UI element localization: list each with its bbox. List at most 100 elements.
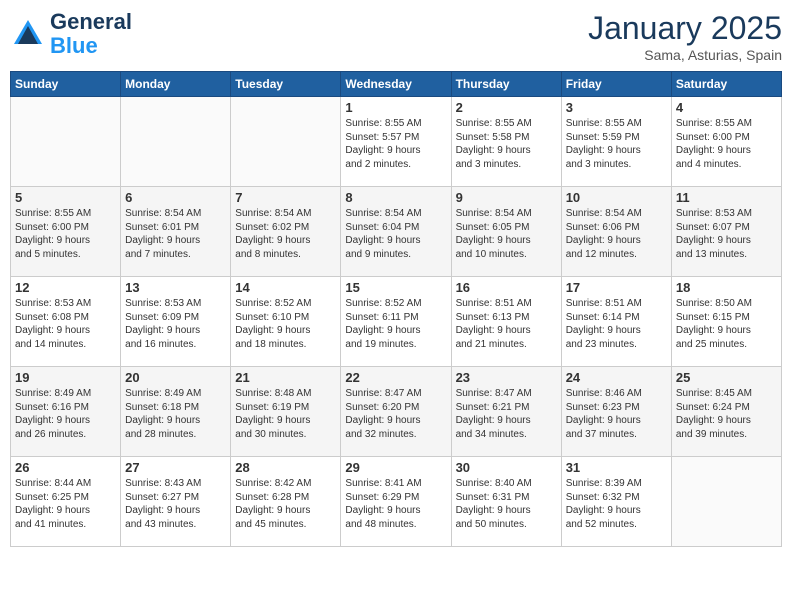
day-number: 11 [676,190,777,205]
calendar-cell [231,97,341,187]
day-number: 2 [456,100,557,115]
day-info: Sunrise: 8:44 AM Sunset: 6:25 PM Dayligh… [15,477,116,531]
day-number: 24 [566,370,667,385]
day-number: 27 [125,460,226,475]
day-number: 17 [566,280,667,295]
day-number: 30 [456,460,557,475]
day-number: 9 [456,190,557,205]
day-info: Sunrise: 8:53 AM Sunset: 6:09 PM Dayligh… [125,297,226,351]
day-number: 19 [15,370,116,385]
calendar-week-row: 19 Sunrise: 8:49 AM Sunset: 6:16 PM Dayli… [11,367,782,457]
day-info: Sunrise: 8:54 AM Sunset: 6:01 PM Dayligh… [125,207,226,261]
calendar-cell: 23Sunrise: 8:47 AM Sunset: 6:21 PM Dayli… [451,367,561,457]
calendar-cell: 15 Sunrise: 8:52 AM Sunset: 6:11 PM Dayli… [341,277,451,367]
calendar-cell: 4 Sunrise: 8:55 AM Sunset: 6:00 PM Daylig… [671,97,781,187]
calendar-cell: 8 Sunrise: 8:54 AM Sunset: 6:04 PM Daylig… [341,187,451,277]
location: Sama, Asturias, Spain [588,47,782,63]
day-info: Sunrise: 8:50 AM Sunset: 6:15 PM Dayligh… [676,297,777,351]
day-number: 31 [566,460,667,475]
day-number: 15 [345,280,446,295]
calendar-cell: 11Sunrise: 8:53 AM Sunset: 6:07 PM Dayli… [671,187,781,277]
weekday-row: SundayMondayTuesdayWednesdayThursdayFrid… [11,72,782,97]
calendar-cell: 18Sunrise: 8:50 AM Sunset: 6:15 PM Dayli… [671,277,781,367]
day-info: Sunrise: 8:53 AM Sunset: 6:08 PM Dayligh… [15,297,116,351]
day-info: Sunrise: 8:52 AM Sunset: 6:11 PM Dayligh… [345,297,446,351]
weekday-header: Friday [561,72,671,97]
day-number: 8 [345,190,446,205]
weekday-header: Wednesday [341,72,451,97]
day-info: Sunrise: 8:55 AM Sunset: 6:00 PM Dayligh… [676,117,777,171]
day-info: Sunrise: 8:43 AM Sunset: 6:27 PM Dayligh… [125,477,226,531]
calendar-cell: 30 Sunrise: 8:40 AM Sunset: 6:31 PM Dayli… [451,457,561,547]
day-info: Sunrise: 8:55 AM Sunset: 5:57 PM Dayligh… [345,117,446,171]
month-title: January 2025 [588,10,782,47]
title-block: January 2025 Sama, Asturias, Spain [588,10,782,63]
calendar-cell: 6 Sunrise: 8:54 AM Sunset: 6:01 PM Daylig… [121,187,231,277]
day-info: Sunrise: 8:47 AM Sunset: 6:21 PM Dayligh… [456,387,557,441]
day-number: 1 [345,100,446,115]
calendar-cell: 27 Sunrise: 8:43 AM Sunset: 6:27 PM Dayli… [121,457,231,547]
calendar-cell: 26Sunrise: 8:44 AM Sunset: 6:25 PM Dayli… [11,457,121,547]
day-number: 22 [345,370,446,385]
day-info: Sunrise: 8:51 AM Sunset: 6:14 PM Dayligh… [566,297,667,351]
day-info: Sunrise: 8:39 AM Sunset: 6:32 PM Dayligh… [566,477,667,531]
day-number: 5 [15,190,116,205]
logo-text: General Blue [50,10,132,58]
day-info: Sunrise: 8:49 AM Sunset: 6:16 PM Dayligh… [15,387,116,441]
day-info: Sunrise: 8:55 AM Sunset: 5:58 PM Dayligh… [456,117,557,171]
weekday-header: Thursday [451,72,561,97]
calendar-cell [121,97,231,187]
calendar-cell: 3Sunrise: 8:55 AM Sunset: 5:59 PM Daylig… [561,97,671,187]
day-info: Sunrise: 8:47 AM Sunset: 6:20 PM Dayligh… [345,387,446,441]
day-number: 6 [125,190,226,205]
weekday-header: Monday [121,72,231,97]
day-info: Sunrise: 8:55 AM Sunset: 6:00 PM Dayligh… [15,207,116,261]
day-number: 10 [566,190,667,205]
calendar-cell: 22 Sunrise: 8:47 AM Sunset: 6:20 PM Dayli… [341,367,451,457]
calendar-cell: 17 Sunrise: 8:51 AM Sunset: 6:14 PM Dayli… [561,277,671,367]
weekday-header: Sunday [11,72,121,97]
day-number: 13 [125,280,226,295]
day-number: 20 [125,370,226,385]
day-number: 7 [235,190,336,205]
calendar-cell: 24Sunrise: 8:46 AM Sunset: 6:23 PM Dayli… [561,367,671,457]
day-number: 4 [676,100,777,115]
calendar-cell: 13 Sunrise: 8:53 AM Sunset: 6:09 PM Dayli… [121,277,231,367]
day-number: 12 [15,280,116,295]
weekday-header: Saturday [671,72,781,97]
logo: General Blue [10,10,132,58]
day-number: 28 [235,460,336,475]
calendar-cell [11,97,121,187]
calendar-week-row: 12 Sunrise: 8:53 AM Sunset: 6:08 PM Dayli… [11,277,782,367]
day-info: Sunrise: 8:40 AM Sunset: 6:31 PM Dayligh… [456,477,557,531]
day-info: Sunrise: 8:54 AM Sunset: 6:02 PM Dayligh… [235,207,336,261]
calendar-cell: 5 Sunrise: 8:55 AM Sunset: 6:00 PM Daylig… [11,187,121,277]
weekday-header: Tuesday [231,72,341,97]
day-number: 29 [345,460,446,475]
day-info: Sunrise: 8:52 AM Sunset: 6:10 PM Dayligh… [235,297,336,351]
calendar-cell: 25Sunrise: 8:45 AM Sunset: 6:24 PM Dayli… [671,367,781,457]
day-number: 21 [235,370,336,385]
calendar-cell [671,457,781,547]
calendar-cell: 12 Sunrise: 8:53 AM Sunset: 6:08 PM Dayli… [11,277,121,367]
calendar-cell: 14Sunrise: 8:52 AM Sunset: 6:10 PM Dayli… [231,277,341,367]
calendar-cell: 1 Sunrise: 8:55 AM Sunset: 5:57 PM Daylig… [341,97,451,187]
calendar-week-row: 5 Sunrise: 8:55 AM Sunset: 6:00 PM Daylig… [11,187,782,277]
calendar-cell: 16Sunrise: 8:51 AM Sunset: 6:13 PM Dayli… [451,277,561,367]
day-info: Sunrise: 8:51 AM Sunset: 6:13 PM Dayligh… [456,297,557,351]
day-info: Sunrise: 8:49 AM Sunset: 6:18 PM Dayligh… [125,387,226,441]
calendar-cell: 9 Sunrise: 8:54 AM Sunset: 6:05 PM Daylig… [451,187,561,277]
calendar-week-row: 26Sunrise: 8:44 AM Sunset: 6:25 PM Dayli… [11,457,782,547]
day-number: 25 [676,370,777,385]
calendar-cell: 31 Sunrise: 8:39 AM Sunset: 6:32 PM Dayli… [561,457,671,547]
day-info: Sunrise: 8:54 AM Sunset: 6:06 PM Dayligh… [566,207,667,261]
day-info: Sunrise: 8:54 AM Sunset: 6:04 PM Dayligh… [345,207,446,261]
calendar-week-row: 1 Sunrise: 8:55 AM Sunset: 5:57 PM Daylig… [11,97,782,187]
day-info: Sunrise: 8:55 AM Sunset: 5:59 PM Dayligh… [566,117,667,171]
calendar-cell: 21 Sunrise: 8:48 AM Sunset: 6:19 PM Dayli… [231,367,341,457]
calendar-cell: 20 Sunrise: 8:49 AM Sunset: 6:18 PM Dayli… [121,367,231,457]
day-info: Sunrise: 8:54 AM Sunset: 6:05 PM Dayligh… [456,207,557,261]
day-info: Sunrise: 8:48 AM Sunset: 6:19 PM Dayligh… [235,387,336,441]
day-info: Sunrise: 8:41 AM Sunset: 6:29 PM Dayligh… [345,477,446,531]
calendar-cell: 2 Sunrise: 8:55 AM Sunset: 5:58 PM Daylig… [451,97,561,187]
